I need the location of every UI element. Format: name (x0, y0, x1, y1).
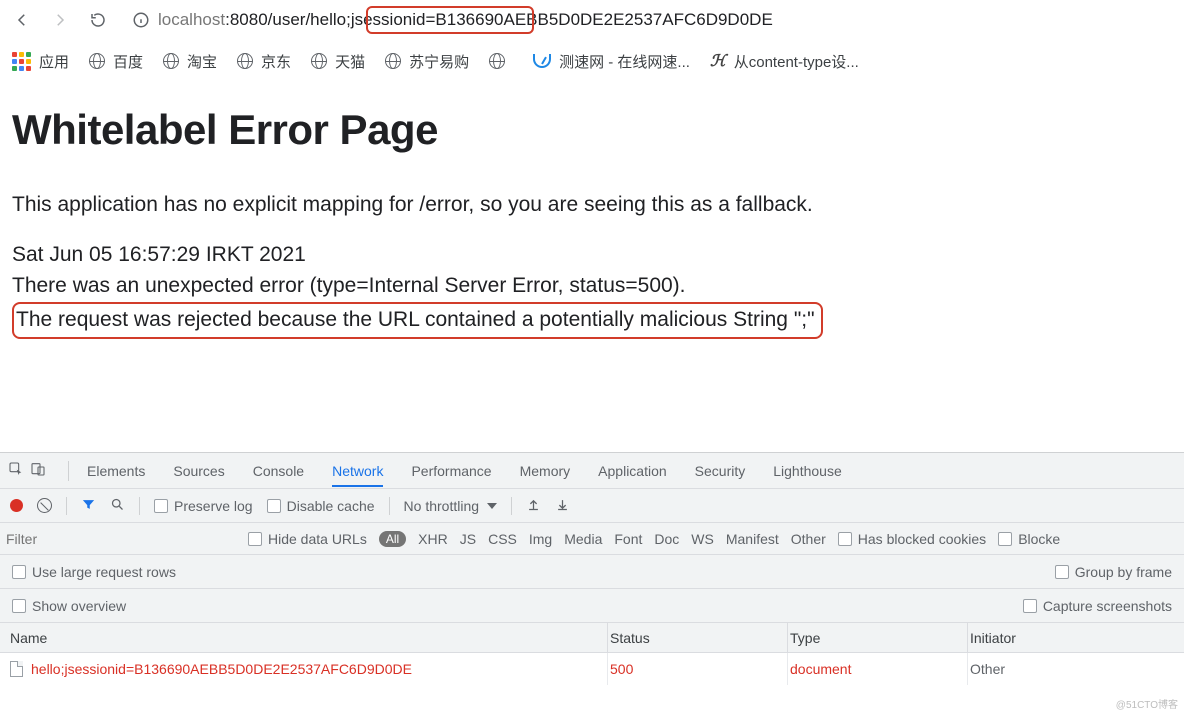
record-button[interactable] (10, 499, 23, 512)
bookmark-speedtest[interactable]: 测速网 - 在线网速... (533, 51, 690, 72)
bookmark-tmall[interactable]: 天猫 (311, 51, 365, 72)
bookmark-baidu[interactable]: 百度 (89, 51, 143, 72)
group-by-frame-checkbox[interactable]: Group by frame (1055, 564, 1172, 580)
tab-network[interactable]: Network (332, 463, 383, 487)
search-button[interactable] (110, 497, 125, 515)
tab-memory[interactable]: Memory (520, 463, 571, 479)
tab-application[interactable]: Application (598, 463, 667, 479)
col-status[interactable]: Status (608, 623, 788, 652)
filter-type-other[interactable]: Other (791, 531, 826, 547)
tab-lighthouse[interactable]: Lighthouse (773, 463, 842, 479)
large-rows-checkbox[interactable]: Use large request rows (12, 564, 176, 580)
throttling-select[interactable]: No throttling (404, 498, 497, 514)
hide-data-urls-checkbox[interactable]: Hide data URLs (248, 531, 367, 547)
filter-type-doc[interactable]: Doc (654, 531, 679, 547)
globe-icon (163, 53, 179, 69)
filter-type-img[interactable]: Img (529, 531, 552, 547)
network-filter-bar: Hide data URLs All XHR JS CSS Img Media … (0, 523, 1184, 555)
apps-button[interactable]: 应用 (12, 51, 69, 72)
cell-type: document (788, 653, 968, 685)
tab-security[interactable]: Security (695, 463, 746, 479)
bookmark-taobao[interactable]: 淘宝 (163, 51, 217, 72)
blocked-cookies-checkbox[interactable]: Has blocked cookies (838, 531, 986, 547)
table-header: Name Status Type Initiator (0, 623, 1184, 653)
page-title: Whitelabel Error Page (12, 98, 1172, 161)
network-options-bar: Use large request rows Group by frame (0, 555, 1184, 589)
filter-type-css[interactable]: CSS (488, 531, 517, 547)
document-icon (10, 661, 23, 677)
globe-icon (89, 53, 105, 69)
apps-grid-icon (12, 52, 31, 71)
address-bar: localhost :8080/user/hello;jsessionid=B1… (0, 0, 1184, 40)
url-bar[interactable]: localhost :8080/user/hello;jsessionid=B1… (122, 4, 1176, 36)
network-table: Name Status Type Initiator hello;jsessio… (0, 623, 1184, 717)
cell-initiator: Other (968, 653, 1176, 685)
bookmark-suning[interactable]: 苏宁易购 (385, 51, 469, 72)
script-icon: ℋ (710, 51, 726, 71)
back-button[interactable] (8, 6, 36, 34)
gauge-icon (533, 54, 551, 68)
table-row[interactable]: hello;jsessionid=B136690AEBB5D0DE2E2537A… (0, 653, 1184, 685)
capture-screenshots-checkbox[interactable]: Capture screenshots (1023, 598, 1172, 614)
col-initiator[interactable]: Initiator (968, 623, 1176, 652)
filter-type-ws[interactable]: WS (691, 531, 714, 547)
reload-button[interactable] (84, 6, 112, 34)
url-path: :8080/user/hello;jsessionid=B136690AEBB5… (225, 10, 773, 30)
page-content: Whitelabel Error Page This application h… (0, 82, 1184, 339)
show-overview-checkbox[interactable]: Show overview (12, 598, 126, 614)
tab-console[interactable]: Console (253, 463, 304, 479)
globe-icon (489, 53, 505, 69)
bookmark-jd[interactable]: 京东 (237, 51, 291, 72)
error-summary-text: There was an unexpected error (type=Inte… (12, 270, 1172, 302)
bookmarks-bar: 应用 百度 淘宝 京东 天猫 苏宁易购 测速网 - 在线网速... ℋ从cont… (0, 40, 1184, 82)
bookmark-ctype[interactable]: ℋ从content-type设... (710, 51, 859, 72)
tab-elements[interactable]: Elements (87, 463, 145, 479)
tab-sources[interactable]: Sources (173, 463, 224, 479)
toggle-device-icon[interactable] (30, 461, 46, 480)
filter-type-font[interactable]: Font (614, 531, 642, 547)
filter-type-xhr[interactable]: XHR (418, 531, 448, 547)
globe-icon (311, 53, 327, 69)
col-name[interactable]: Name (8, 623, 608, 652)
globe-icon (385, 53, 401, 69)
network-toolbar: Preserve log Disable cache No throttling (0, 489, 1184, 523)
devtools-tabs: Elements Sources Console Network Perform… (0, 453, 1184, 489)
inspect-element-icon[interactable] (8, 461, 24, 480)
chevron-down-icon (487, 503, 497, 509)
timestamp-text: Sat Jun 05 16:57:29 IRKT 2021 (12, 239, 1172, 271)
filter-input[interactable] (6, 529, 236, 549)
tab-performance[interactable]: Performance (411, 463, 491, 479)
clear-button[interactable] (37, 498, 52, 513)
download-har-button[interactable] (555, 497, 570, 515)
globe-icon (237, 53, 253, 69)
site-info-icon[interactable] (132, 11, 150, 29)
bookmark-empty[interactable] (489, 53, 513, 69)
filter-toggle[interactable] (81, 497, 96, 515)
devtools-panel: Elements Sources Console Network Perform… (0, 452, 1184, 717)
filter-type-js[interactable]: JS (460, 531, 476, 547)
fallback-text: This application has no explicit mapping… (12, 189, 1172, 221)
blocked-requests-checkbox[interactable]: Blocke (998, 531, 1060, 547)
rejection-highlight: The request was rejected because the URL… (12, 302, 823, 340)
filter-type-all[interactable]: All (379, 531, 406, 547)
cell-status: 500 (608, 653, 788, 685)
network-options-bar-2: Show overview Capture screenshots (0, 589, 1184, 623)
preserve-log-checkbox[interactable]: Preserve log (154, 498, 253, 514)
url-host: localhost (158, 10, 225, 30)
col-type[interactable]: Type (788, 623, 968, 652)
watermark: @51CTO博客 (1116, 696, 1178, 711)
disable-cache-checkbox[interactable]: Disable cache (267, 498, 375, 514)
upload-har-button[interactable] (526, 497, 541, 515)
filter-type-manifest[interactable]: Manifest (726, 531, 779, 547)
forward-button[interactable] (46, 6, 74, 34)
filter-type-media[interactable]: Media (564, 531, 602, 547)
cell-name: hello;jsessionid=B136690AEBB5D0DE2E2537A… (8, 653, 608, 685)
